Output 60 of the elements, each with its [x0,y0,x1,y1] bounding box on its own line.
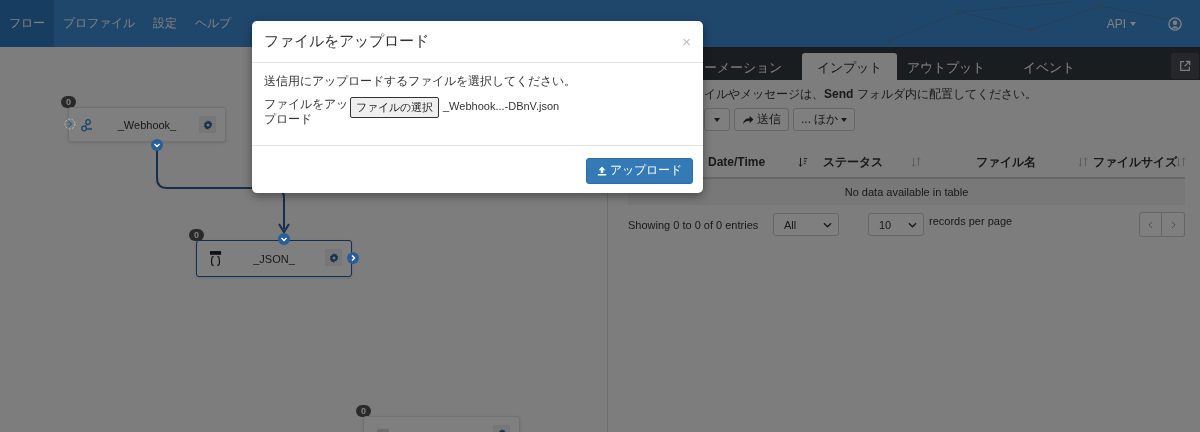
table-empty-row: No data available in table [628,179,1185,205]
next-page-button[interactable] [1162,212,1185,237]
upload-button[interactable]: アップロード [586,157,693,184]
chevron-port-icon[interactable] [64,118,76,130]
count-badge: 0 [61,96,76,108]
page-size-select[interactable]: 10 [868,213,924,236]
dialog-message: 送信用にアップロードするファイルを選択してください。 [264,73,577,90]
page-size-label: records per page [929,215,1013,227]
curly-braces-icon [209,251,222,266]
nav-item[interactable]: ヘルプ [186,0,240,47]
tab[interactable]: アウトプット [903,53,999,80]
sort-descending-icon[interactable] [798,157,808,167]
choose-file-button[interactable]: ファイルの選択 [350,97,439,118]
file-name: _Webhook...-DBnV.json [443,100,560,112]
nav-item[interactable]: 設定 [144,0,186,47]
previous-page-button[interactable] [1139,212,1162,237]
nav-item[interactable]: プロファイル [54,0,144,47]
column-header[interactable]: Date/Time [708,147,813,177]
node-label: _Webhook_ [116,118,178,131]
toolbar-button[interactable]: 送信 [734,108,789,131]
chevron-down-icon[interactable] [151,139,163,151]
count-badge: 0 [189,229,204,241]
column-header[interactable]: ファイルサイズ [1088,147,1185,177]
webhook-icon [81,118,95,132]
toolbar-button[interactable]: ... ほか [793,108,856,131]
sort-icon[interactable] [1176,157,1186,167]
api-menu[interactable]: API [1106,16,1136,31]
share-arrow-icon [742,114,754,125]
count-badge: 0 [356,405,371,417]
filter-select[interactable]: All [773,213,839,236]
chevron-right-icon[interactable] [347,252,359,264]
dialog-title: ファイルをアップロード [264,32,429,51]
instruction-text: イルやメッセージは、Send フォルダ内に配置してください。 [704,86,1038,103]
external-link-button[interactable] [1171,53,1199,79]
chevron-left-icon [1148,220,1153,229]
node-label: _JSON_ [252,252,296,265]
flow-node[interactable]: _JSON_ [196,240,352,277]
sort-icon[interactable] [911,157,921,167]
tab[interactable]: インプット [802,53,897,80]
chevron-down-icon [823,221,832,228]
tab[interactable]: ーメーション [704,53,796,80]
upload-icon [597,165,607,176]
settings-button[interactable] [325,249,342,266]
settings-icon [328,252,339,263]
field-label: ファイルをアップロード [264,97,349,127]
entries-info: Showing 0 to 0 of 0 entries [628,218,760,231]
sort-icon[interactable] [1078,157,1088,167]
chevron-down-icon [908,221,917,228]
chevron-down-icon[interactable] [278,233,290,245]
external-link-icon [1179,60,1191,72]
column-header[interactable]: ファイル名 [923,147,1088,177]
user-icon[interactable] [1168,16,1182,31]
chevron-right-icon [1170,220,1176,229]
settings-icon [202,119,213,130]
nav-item[interactable]: フロー [0,0,54,47]
tab[interactable]: イベント [1005,53,1089,80]
settings-button[interactable] [199,116,216,133]
flow-node[interactable]: _Webhook_ [68,107,226,142]
toolbar-button[interactable] [704,108,730,131]
column-header[interactable]: ステータス [813,147,923,177]
